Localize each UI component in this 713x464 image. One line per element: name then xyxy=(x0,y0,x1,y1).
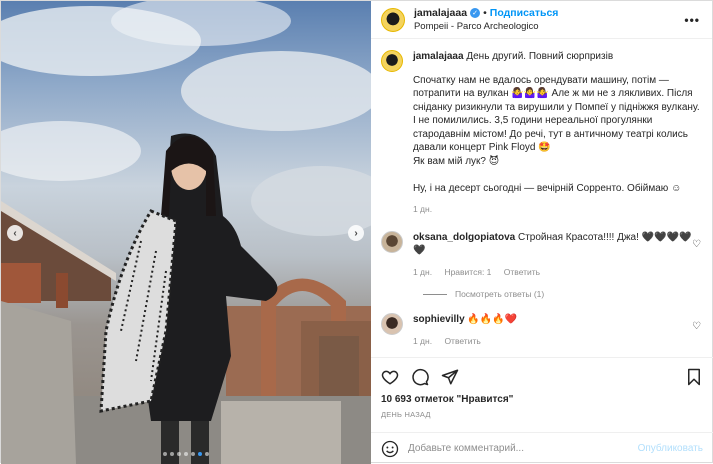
like-heart-icon[interactable] xyxy=(381,368,399,386)
replies-line xyxy=(422,293,447,295)
reply-button[interactable]: Ответить xyxy=(504,267,540,277)
comment-item: sophievilly 🔥🔥🔥❤️ 1 дн. Ответить ♡ xyxy=(380,313,701,348)
post-actions: 10 693 отметок "Нравится" ДЕНЬ НАЗАД xyxy=(370,357,713,419)
caption-time[interactable]: 1 дн. xyxy=(413,204,432,214)
carousel-dot xyxy=(190,452,195,456)
comment-likes[interactable]: Нравится: 1 xyxy=(444,267,491,277)
reply-button[interactable]: Ответить xyxy=(444,336,480,346)
publish-button[interactable]: Опубликовать xyxy=(638,443,703,454)
likes-count[interactable]: 10 693 отметок "Нравится" xyxy=(381,394,703,405)
comment-username[interactable]: oksana_dolgopiatova xyxy=(413,232,515,243)
comment-input[interactable] xyxy=(407,443,638,454)
author-avatar[interactable] xyxy=(380,7,405,32)
comment-text: 🔥🔥🔥❤️ xyxy=(467,314,518,325)
verified-icon: ✓ xyxy=(470,8,481,18)
commenter-avatar[interactable] xyxy=(380,230,403,253)
instagram-post: ‹ › jamalajaaa ✓ • Подписаться Pompeii -… xyxy=(0,0,713,464)
comment-icon[interactable] xyxy=(411,368,429,386)
author-username[interactable]: jamalajaaa xyxy=(414,7,467,20)
share-icon[interactable] xyxy=(441,368,459,386)
carousel-dots xyxy=(1,452,371,456)
like-comment-icon[interactable]: ♡ xyxy=(692,239,701,250)
commenter-avatar[interactable] xyxy=(380,313,403,335)
comment-time[interactable]: 1 дн. xyxy=(413,336,432,346)
comment-time[interactable]: 1 дн. xyxy=(413,267,432,277)
caption-title: День другий. Повний сюрпризів xyxy=(466,51,614,62)
carousel-dot xyxy=(183,452,188,456)
follow-button[interactable]: Подписаться xyxy=(490,7,559,20)
post-side-panel: jamalajaaa ✓ • Подписаться Pompeii - Par… xyxy=(370,1,713,464)
caption: jamalajaaa День другий. Повний сюрпризів… xyxy=(380,50,701,217)
carousel-dot xyxy=(176,452,181,456)
post-header: jamalajaaa ✓ • Подписаться Pompeii - Par… xyxy=(370,1,712,39)
caption-username[interactable]: jamalajaaa xyxy=(413,51,464,62)
caption-text: Спочатку нам не вдалось орендувати машин… xyxy=(412,74,700,194)
carousel-dot xyxy=(162,452,167,456)
like-comment-icon[interactable]: ♡ xyxy=(692,321,701,332)
view-replies[interactable]: Посмотреть ответы (1) xyxy=(422,289,701,299)
post-date[interactable]: ДЕНЬ НАЗАД xyxy=(381,410,703,419)
carousel-dot xyxy=(169,452,174,456)
comments-list[interactable]: jamalajaaa День другий. Повний сюрпризів… xyxy=(371,40,713,356)
author-avatar[interactable] xyxy=(380,50,403,72)
emoji-icon[interactable] xyxy=(381,440,399,458)
add-comment-bar: Опубликовать xyxy=(370,432,713,464)
photo-scene xyxy=(1,1,371,464)
comment-username[interactable]: sophievilly xyxy=(413,314,465,325)
next-photo-button[interactable]: › xyxy=(348,225,364,241)
separator-dot: • xyxy=(483,6,487,19)
bookmark-icon[interactable] xyxy=(685,368,703,386)
more-options-icon[interactable]: ••• xyxy=(684,13,700,27)
post-photo[interactable]: ‹ › xyxy=(1,1,371,464)
carousel-dot xyxy=(197,452,202,456)
post-location[interactable]: Pompeii - Parco Archeologico xyxy=(414,20,558,33)
carousel-dot xyxy=(204,452,209,456)
view-replies-label[interactable]: Посмотреть ответы (1) xyxy=(455,289,544,299)
comment-item: oksana_dolgopiatova Стройная Красота!!!!… xyxy=(380,230,701,280)
previous-photo-button[interactable]: ‹ xyxy=(7,225,23,241)
